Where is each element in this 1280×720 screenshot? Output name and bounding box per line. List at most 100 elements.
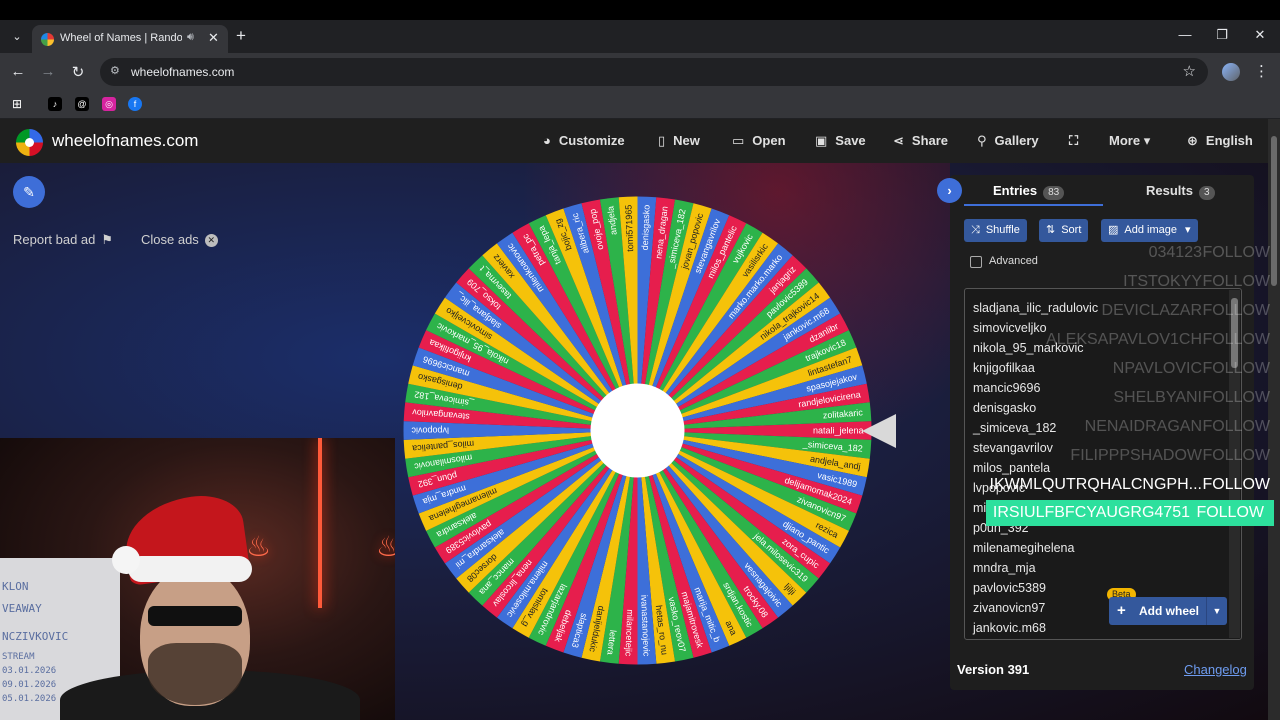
nav-language[interactable]: ⊕ English (1187, 133, 1253, 149)
wheel-logo-icon[interactable] (16, 129, 43, 156)
follow-alert-row: DEVICLAZAR FOLLOW (1101, 302, 1270, 319)
fullscreen-icon[interactable]: ⛶ (1069, 133, 1078, 149)
version-label: Version 391 (957, 662, 1030, 677)
tiktok-icon[interactable]: ♪ (48, 97, 62, 111)
chevron-down-icon: ▾ (1185, 224, 1191, 236)
forward-arrow-icon[interactable]: → (38, 63, 58, 80)
follow-alert-latest: IRSIULFBFCYAUGRG4751 FOLLOW (986, 500, 1274, 526)
chevron-right-icon: › (947, 183, 952, 198)
bookmark-star-icon[interactable]: ☆ (1183, 62, 1196, 80)
santa-hat-pompom (112, 546, 140, 574)
tab-title: Wheel of Names | Random (60, 32, 182, 44)
sort-icon: ⇅ (1046, 224, 1056, 236)
reload-icon[interactable]: ↻ (68, 63, 88, 81)
nav-customize[interactable]: ◕ Customize (543, 133, 625, 148)
entries-count-badge: 83 (1043, 186, 1065, 200)
list-item[interactable]: mi (973, 501, 986, 515)
nav-share[interactable]: ⋖ Share (893, 133, 948, 149)
threads-icon[interactable]: @ (75, 97, 89, 111)
tab-entries[interactable]: Entries 83 (993, 183, 1065, 200)
whiteboard-line: KLON (2, 580, 29, 593)
wheel-favicon-icon (41, 33, 54, 46)
active-tab-indicator (964, 204, 1103, 206)
speaker-icon[interactable]: 🔊︎ (187, 31, 194, 44)
flag-icon: ⚑ (101, 232, 114, 247)
nav-save[interactable]: ▣ Save (815, 133, 866, 149)
fire-neon-icon: ♨ (246, 531, 272, 562)
chevron-down-icon: ▾ (1143, 133, 1151, 148)
restore-button[interactable]: ❐ (1212, 27, 1232, 43)
browser-tab[interactable]: Wheel of Names | Random 🔊︎ ✕ (32, 25, 228, 53)
site-title[interactable]: wheelofnames.com (52, 131, 198, 151)
follow-alert-row: 034123 FOLLOW (1148, 244, 1270, 261)
pencil-icon: ✎ (23, 184, 35, 200)
wheel-svg[interactable]: natali_jelena_simiceva_182andjela_andjva… (400, 193, 875, 668)
facebook-icon[interactable]: f (128, 97, 142, 111)
whiteboard-line: 09.01.2026 (2, 680, 57, 690)
whiteboard-line: 03.01.2026 (2, 666, 57, 676)
palette-icon: ◕ (543, 133, 551, 148)
wheel-slice-label: tomi571965 (623, 204, 635, 251)
wheel[interactable]: natali_jelena _simiceva_182 andjela_andj va… (400, 193, 875, 668)
list-item[interactable]: mndra_mja (973, 561, 1036, 575)
nav-gallery[interactable]: ⚲ Gallery (977, 133, 1039, 149)
shuffle-button[interactable]: ⤨ Shuffle (964, 219, 1027, 242)
back-arrow-icon[interactable]: ← (8, 63, 28, 80)
wheel-slice-label: denisgasko (640, 204, 652, 250)
new-tab-button[interactable]: + (236, 26, 246, 46)
site-settings-icon[interactable]: ⚙ (110, 64, 120, 77)
search-icon: ⚲ (977, 133, 987, 148)
file-icon: ▯ (658, 133, 666, 148)
list-item[interactable]: jankovic.m68 (973, 621, 1046, 635)
nav-new[interactable]: ▯ New (658, 133, 700, 149)
report-bad-ad-link[interactable]: Report bad ad ⚑ (13, 232, 113, 248)
list-item[interactable]: pavlovic5389 (973, 581, 1046, 595)
wheel-pointer (862, 414, 896, 448)
collapse-panel-button[interactable]: › (937, 178, 962, 203)
address-bar[interactable]: ⚙ wheelofnames.com ☆ (100, 58, 1208, 86)
follow-alert-row: ITSTOKYY FOLLOW (1123, 273, 1270, 290)
profile-avatar[interactable] (1222, 63, 1240, 81)
list-item[interactable]: milenamegihelena (973, 541, 1074, 555)
neon-strip-light (318, 438, 322, 608)
wheel-slice-label: milancetejic (623, 609, 635, 657)
close-window-button[interactable]: ✕ (1250, 27, 1270, 43)
follow-alert-row: NPAVLOVIC FOLLOW (1112, 360, 1270, 377)
close-ads-link[interactable]: Close ads ✕ (141, 232, 218, 247)
follow-alert-row: IKWMLQUTRQHALCNGPH... FOLLOW (989, 476, 1270, 493)
edit-pencil-button[interactable]: ✎ (13, 176, 45, 208)
mouse-cursor-icon: ☝ (671, 430, 680, 446)
tab-close-icon[interactable]: ✕ (208, 30, 219, 46)
tab-search-button[interactable]: ⌄ (6, 27, 28, 47)
wheel-slice-label: lvpopovic (411, 426, 449, 436)
minimize-button[interactable]: — (1175, 27, 1195, 42)
plus-icon: + (1117, 602, 1126, 619)
add-wheel-button[interactable]: + Add wheel ▼ (1109, 597, 1227, 625)
changelog-link[interactable]: Changelog (1184, 662, 1247, 677)
list-item[interactable]: zivanovicn97 (973, 601, 1045, 615)
person-beard (148, 643, 242, 705)
nav-more[interactable]: More ▾ (1109, 133, 1150, 149)
whiteboard-line: NCZIVKOVIC (2, 630, 69, 643)
wheel-slice-label: natali_jelena (813, 426, 864, 436)
url-text[interactable]: wheelofnames.com (131, 65, 234, 79)
apps-grid-icon[interactable]: ⊞ (10, 97, 24, 111)
browser-toolbar: ← → ↻ ⚙ wheelofnames.com ☆ (0, 53, 1280, 91)
whiteboard-line: VEAWAY (2, 602, 42, 615)
bookmarks-bar: ⊞ ♪ @ ◎ f (0, 91, 1280, 119)
sort-button[interactable]: ⇅ Sort (1039, 219, 1089, 242)
add-image-button[interactable]: ▨ Add image ▾ (1101, 219, 1198, 242)
instagram-icon[interactable]: ◎ (102, 97, 116, 111)
chevron-down-icon[interactable]: ▼ (1206, 597, 1227, 625)
follow-alert-row: SHELBYANI FOLLOW (1113, 389, 1270, 406)
browser-menu-icon[interactable]: ⋮ (1254, 62, 1269, 80)
results-count-badge: 3 (1198, 186, 1215, 200)
nav-open[interactable]: ▭ Open (732, 133, 786, 149)
save-icon: ▣ (815, 133, 828, 148)
santa-hat-trim (128, 556, 252, 582)
follow-alert-row: NENAIDRAGAN FOLLOW (1084, 418, 1270, 435)
whiteboard-line: 05.01.2026 (2, 694, 57, 704)
image-icon: ▨ (1108, 224, 1119, 236)
tab-results[interactable]: Results 3 (1146, 183, 1215, 200)
follow-alert-row: FILIPPPSHADOW FOLLOW (1070, 447, 1270, 464)
